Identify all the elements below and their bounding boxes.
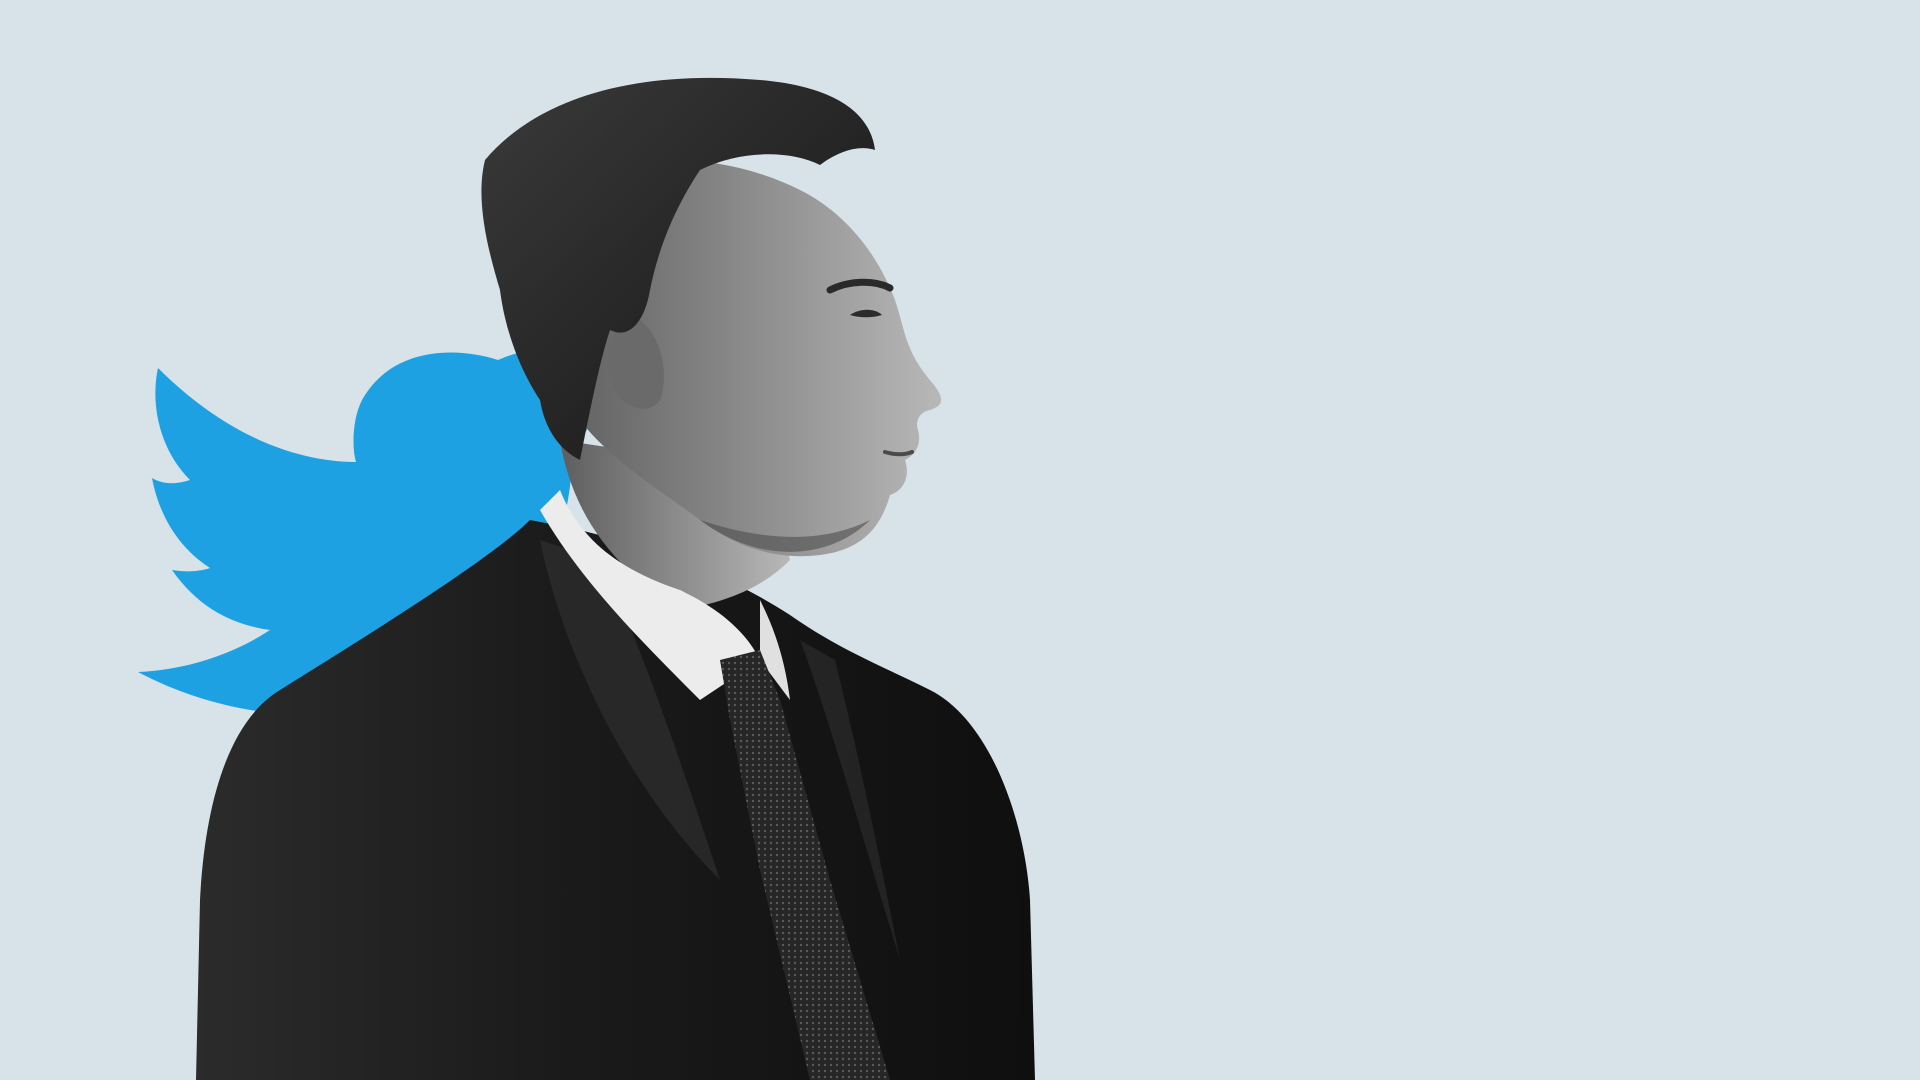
illustration-canvas	[0, 0, 1920, 1080]
illustration-svg	[0, 0, 1920, 1080]
